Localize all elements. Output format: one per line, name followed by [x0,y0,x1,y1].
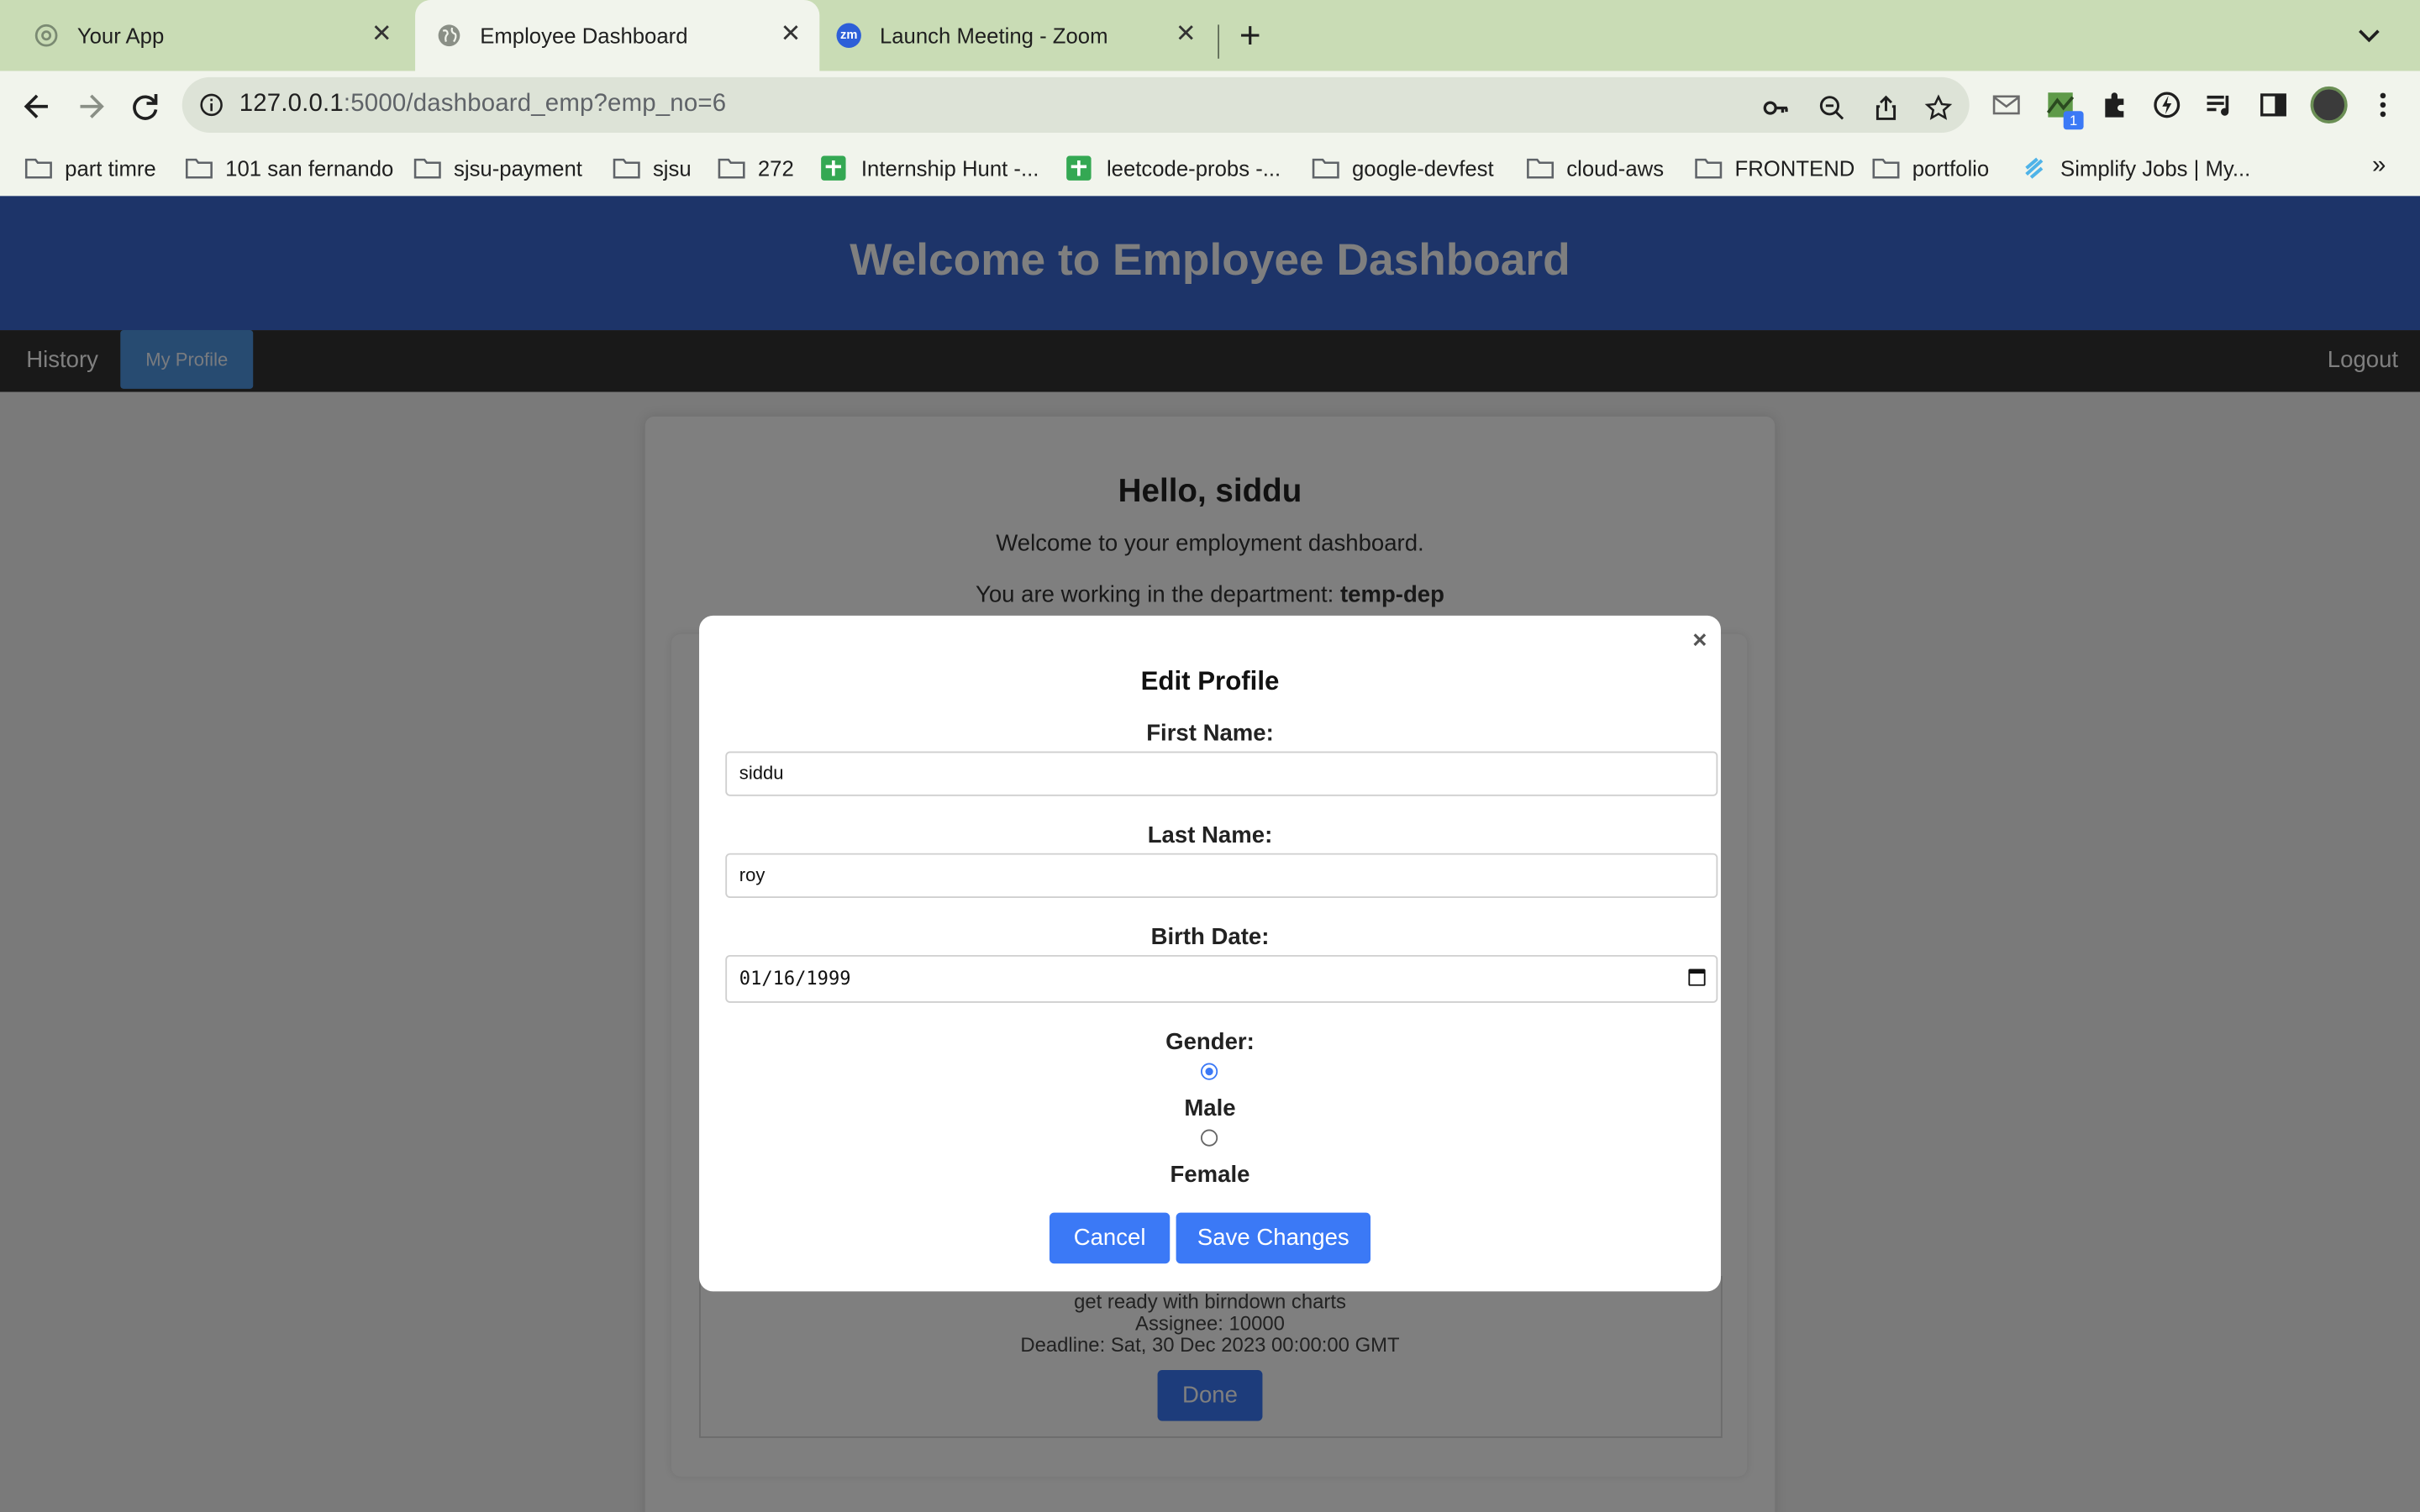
gender-male-radio[interactable] [1200,1063,1218,1080]
star-icon[interactable] [1924,94,1953,122]
zoom-out-icon[interactable] [1818,94,1846,122]
close-icon[interactable]: × [1692,628,1707,656]
tab-title: Employee Dashboard [480,23,688,48]
profile-avatar[interactable] [2310,86,2348,123]
birth-date-label: Birth Date: [1150,924,1270,951]
close-tab-icon[interactable]: ✕ [1176,22,1197,50]
first-name-input[interactable]: siddu [725,751,1718,796]
birth-date-value: 01/16/1999 [739,967,851,990]
bookmark-google-devfest[interactable]: google-devfest [1312,142,1494,193]
tab-your-app[interactable]: Your App ✕ [13,0,411,71]
tab-employee-dashboard[interactable]: Employee Dashboard ✕ [415,0,820,71]
screen: Your App ✕ Employee Dashboard ✕ zm Launc… [0,0,2420,1512]
share-icon[interactable] [1872,94,1900,122]
bookmark-leetcode-probs[interactable]: leetcode-probs -... [1066,142,1281,193]
reload-icon[interactable] [128,90,161,123]
bookmark-internship-hunt[interactable]: Internship Hunt -... [821,142,1039,193]
gender-male-label: Male [1184,1095,1236,1122]
more-bookmarks-icon[interactable]: » [2372,153,2386,181]
folder-icon [1312,157,1339,178]
last-name-input[interactable]: roy [725,853,1718,898]
mail-icon[interactable] [1991,90,2022,121]
folder-icon [1695,157,1723,178]
folder-icon [1527,157,1555,178]
calendar-icon[interactable] [1688,969,1706,986]
browser-toolbar: 127.0.0.1:5000/dashboard_emp?emp_no=6 1 [0,71,2420,142]
loading-icon [34,24,58,47]
media-queue-icon[interactable] [2204,90,2235,121]
chevron-down-icon[interactable] [2355,24,2383,46]
tab-title: Your App [76,23,165,48]
zoom-icon: zm [836,23,861,48]
bookmark-cloud-aws[interactable]: cloud-aws [1527,142,1664,193]
folder-icon [1872,157,1900,178]
kebab-menu-icon[interactable] [2368,90,2399,121]
web-page: Welcome to Employee Dashboard History My… [0,196,2420,1512]
last-name-label: Last Name: [1147,822,1273,849]
address-bar[interactable]: 127.0.0.1:5000/dashboard_emp?emp_no=6 [182,76,1970,133]
bookmark-portfolio[interactable]: portfolio [1872,142,1989,193]
lightning-extension-icon[interactable] [2151,90,2182,121]
bookmarks-bar: part timre 101 san fernando sjsu-payment… [0,141,2420,198]
bookmark-272[interactable]: 272 [718,142,794,193]
sheets-icon [1066,155,1092,180]
close-tab-icon[interactable]: ✕ [781,22,802,50]
puzzle-icon[interactable] [2099,90,2130,121]
back-arrow-icon[interactable] [20,90,54,123]
cancel-button[interactable]: Cancel [1049,1212,1171,1264]
bookmark-101-san-fernando[interactable]: 101 san fernando [185,142,393,193]
bookmark-simplify-jobs[interactable]: Simplify Jobs | My... [2022,142,2250,193]
tab-zoom[interactable]: zm Launch Meeting - Zoom ✕ [817,0,1215,71]
info-icon[interactable] [199,92,224,117]
close-tab-icon[interactable]: ✕ [371,22,392,50]
edit-profile-modal: × Edit Profile First Name: siddu Last Na… [699,615,1721,1292]
birth-date-input[interactable]: 01/16/1999 [725,954,1718,1003]
simplify-icon [2025,156,2044,178]
sheets-icon [821,155,846,180]
gender-female-radio[interactable] [1200,1129,1218,1147]
save-changes-button[interactable]: Save Changes [1176,1212,1371,1264]
side-panel-icon[interactable] [2258,90,2289,121]
url-text[interactable]: 127.0.0.1:5000/dashboard_emp?emp_no=6 [239,91,727,118]
new-tab-icon[interactable]: + [1239,18,1261,55]
browser-tab-strip: Your App ✕ Employee Dashboard ✕ zm Launc… [0,0,2420,71]
modal-title: Edit Profile [1140,666,1280,696]
globe-icon [438,24,460,47]
bookmark-frontend[interactable]: FRONTEND [1695,142,1854,193]
key-icon[interactable] [1763,94,1791,122]
first-name-label: First Name: [1146,720,1274,747]
folder-icon [613,157,640,178]
extension-badge: 1 [2063,111,2084,130]
bookmark-part-timre[interactable]: part timre [24,142,156,193]
folder-icon [718,157,745,178]
folder-icon [413,157,441,178]
bookmark-sjsu-payment[interactable]: sjsu-payment [413,142,582,193]
tab-title: Launch Meeting - Zoom [879,23,1108,48]
folder-icon [24,157,52,178]
gender-label: Gender: [1165,1029,1255,1056]
bookmark-sjsu[interactable]: sjsu [613,142,692,193]
gender-female-label: Female [1170,1162,1250,1189]
folder-icon [185,157,213,178]
forward-arrow-icon[interactable] [74,90,108,123]
tab-separator [1218,24,1220,59]
